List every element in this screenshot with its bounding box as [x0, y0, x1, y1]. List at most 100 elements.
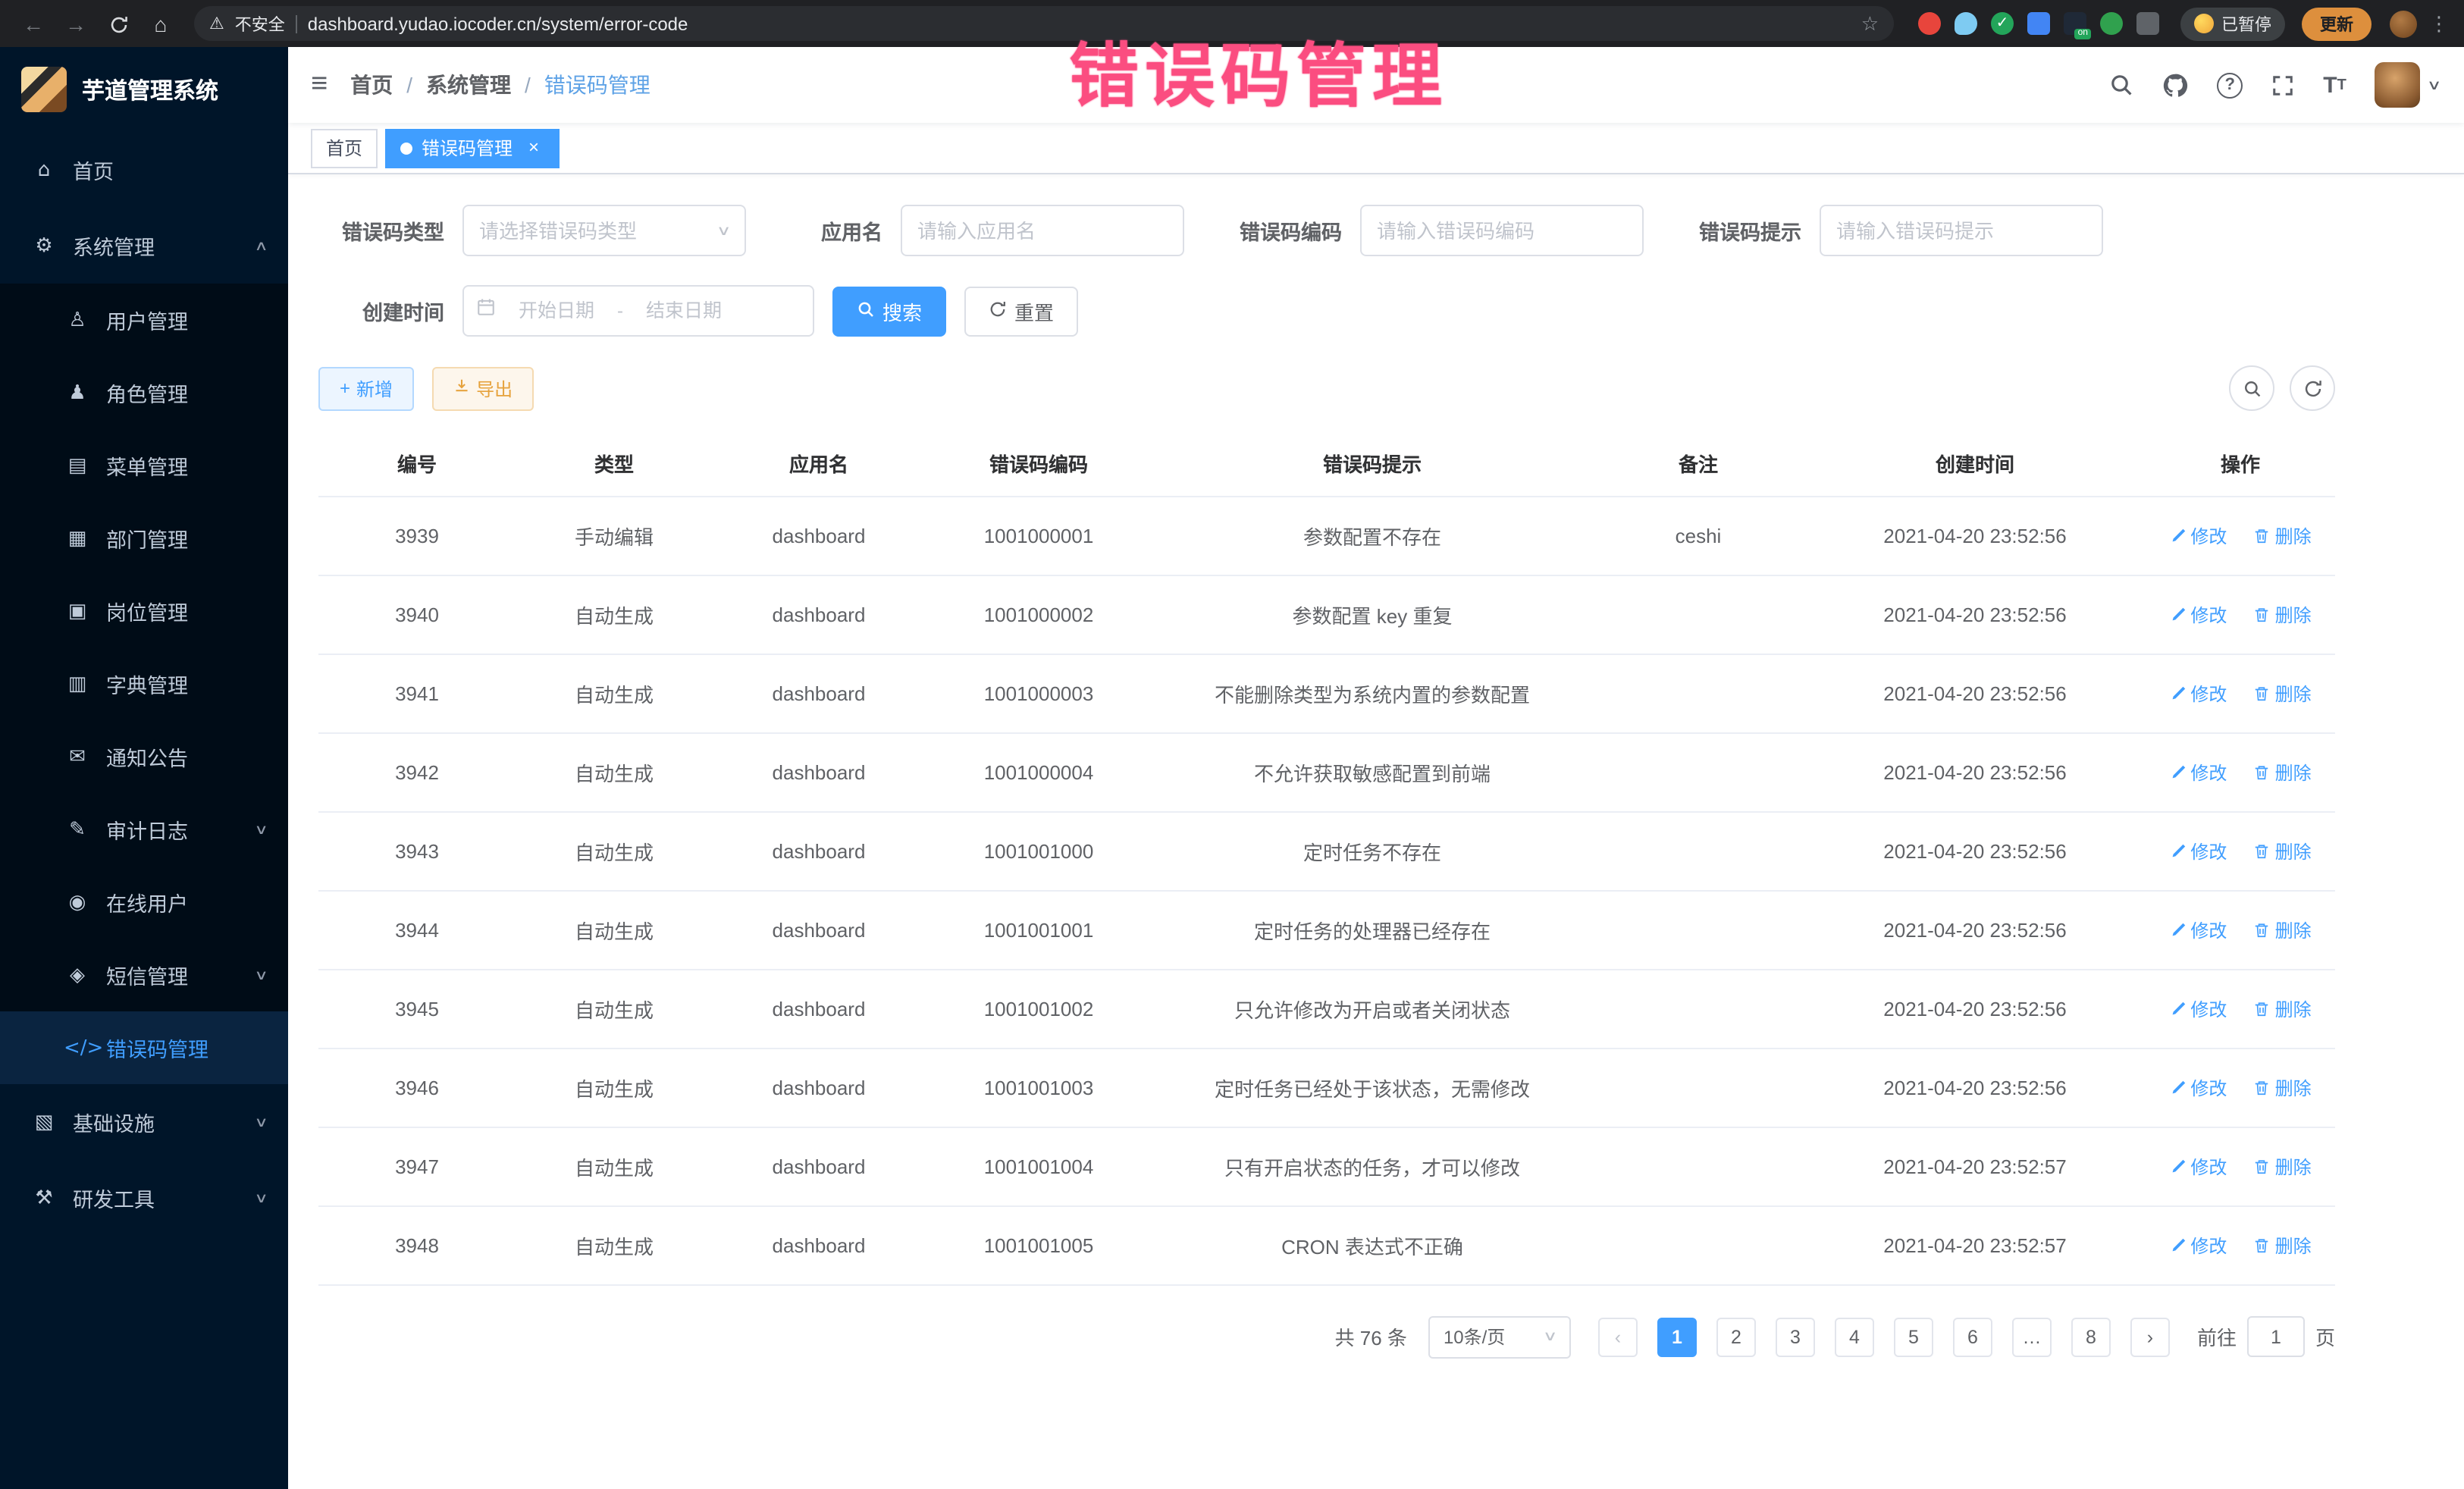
edit-row-button[interactable]: 修改 — [2169, 759, 2227, 785]
security-label[interactable]: 不安全 — [235, 11, 285, 36]
hamburger-icon[interactable]: ≡ — [288, 68, 350, 102]
tag-item[interactable]: 错误码管理 × — [385, 128, 560, 168]
start-date-input[interactable] — [502, 300, 611, 321]
page-button[interactable]: … — [2012, 1317, 2052, 1356]
edit-label: 修改 — [2190, 1153, 2227, 1179]
fullscreen-icon[interactable] — [2271, 74, 2294, 96]
breadcrumb-home[interactable]: 首页 — [350, 70, 393, 100]
edit-row-button[interactable]: 修改 — [2169, 1232, 2227, 1258]
error-type-select[interactable]: ∨ — [462, 205, 746, 256]
help-icon[interactable]: ? — [2217, 72, 2243, 98]
edit-row-button[interactable]: 修改 — [2169, 1153, 2227, 1179]
edit-row-button[interactable]: 修改 — [2169, 522, 2227, 548]
browser-home-icon[interactable]: ⌂ — [143, 11, 179, 36]
extension-drop-icon[interactable] — [1955, 12, 1977, 35]
error-message-field[interactable] — [1820, 205, 2103, 256]
delete-row-button[interactable]: 删除 — [2254, 601, 2312, 627]
delete-row-button[interactable]: 删除 — [2254, 522, 2312, 548]
sidebar-item-error-code[interactable]: </> 错误码管理 — [0, 1011, 288, 1084]
page-button[interactable]: 1 — [1657, 1317, 1697, 1356]
page-button[interactable]: 8 — [2071, 1317, 2111, 1356]
sidebar-item-home[interactable]: ⌂ 首页 — [0, 132, 288, 208]
browser-profile-avatar[interactable] — [2390, 10, 2417, 37]
prev-page-button[interactable]: ‹ — [1598, 1317, 1638, 1356]
edit-row-button[interactable]: 修改 — [2169, 1074, 2227, 1100]
sidebar-item-org-tree[interactable]: ▦ 部门管理 — [0, 502, 288, 575]
app-name-field[interactable] — [901, 205, 1184, 256]
sidebar-item-infrastructure[interactable]: ▧ 基础设施 ∨ — [0, 1084, 288, 1160]
table-row: 3947 自动生成 dashboard 1001001004 只有开启状态的任务… — [318, 1127, 2335, 1205]
cell-id: 3942 — [318, 732, 516, 811]
end-date-input[interactable] — [629, 300, 738, 321]
delete-row-button[interactable]: 删除 — [2254, 1153, 2312, 1179]
font-size-icon[interactable]: TT — [2323, 72, 2346, 98]
extension-on-badge-icon[interactable] — [2064, 12, 2086, 35]
edit-row-button[interactable]: 修改 — [2169, 838, 2227, 864]
extension-red-icon[interactable] — [1918, 12, 1941, 35]
page-button[interactable]: 3 — [1776, 1317, 1815, 1356]
delete-row-button[interactable]: 删除 — [2254, 680, 2312, 706]
page-button[interactable]: 5 — [1894, 1317, 1933, 1356]
goto-page-input[interactable] — [2247, 1316, 2305, 1357]
sidebar-item-dictionary[interactable]: ▥ 字典管理 — [0, 647, 288, 720]
sidebar-item-briefcase[interactable]: ▣ 岗位管理 — [0, 575, 288, 647]
edit-row-button[interactable]: 修改 — [2169, 680, 2227, 706]
tag-item[interactable]: 首页 — [311, 128, 378, 168]
sidebar-item-user[interactable]: ♙ 用户管理 — [0, 284, 288, 356]
next-page-button[interactable]: › — [2130, 1317, 2170, 1356]
browser-menu-icon[interactable]: ⋮ — [2429, 11, 2449, 36]
page-button[interactable]: 6 — [1953, 1317, 1992, 1356]
extensions-paused-badge[interactable]: 已暂停 — [2180, 7, 2285, 40]
error-type-select-input[interactable] — [479, 219, 710, 242]
refresh-table-button[interactable] — [2290, 365, 2335, 411]
cell-created: 2021-04-20 23:52:56 — [1804, 890, 2146, 969]
sidebar-item-megaphone[interactable]: ✉ 通知公告 — [0, 720, 288, 793]
extensions-puzzle-icon[interactable] — [2136, 12, 2159, 35]
page-size-select[interactable]: 10条/页 ∨ — [1428, 1315, 1571, 1358]
back-icon[interactable]: ← — [15, 11, 52, 36]
extension-grid-icon[interactable] — [2027, 12, 2050, 35]
sidebar-item-online-user[interactable]: ◉ 在线用户 — [0, 866, 288, 939]
error-code-input[interactable] — [1377, 219, 1627, 242]
edit-row-button[interactable]: 修改 — [2169, 995, 2227, 1021]
reload-icon[interactable] — [100, 11, 136, 36]
edit-row-button[interactable]: 修改 — [2169, 601, 2227, 627]
sidebar-item-gear[interactable]: ⚙ 系统管理 ∧ — [0, 208, 288, 284]
page-button[interactable]: 4 — [1835, 1317, 1874, 1356]
sidebar-item-dev-tools[interactable]: ⚒ 研发工具 ∨ — [0, 1160, 288, 1236]
address-bar[interactable]: ⚠ 不安全 dashboard.yudao.iocoder.cn/system/… — [194, 6, 1894, 41]
delete-row-button[interactable]: 删除 — [2254, 995, 2312, 1021]
app-logo[interactable]: 芋道管理系统 — [0, 47, 288, 132]
extension-check-icon[interactable]: ✓ — [1991, 12, 2014, 35]
edit-row-button[interactable]: 修改 — [2169, 917, 2227, 942]
page-button[interactable]: 2 — [1716, 1317, 1756, 1356]
search-icon[interactable] — [2109, 73, 2133, 97]
extension-leaf-icon[interactable] — [2100, 12, 2123, 35]
delete-row-button[interactable]: 删除 — [2254, 1232, 2312, 1258]
sidebar-item-menu-list[interactable]: ▤ 菜单管理 — [0, 429, 288, 502]
add-button[interactable]: + 新增 — [318, 366, 414, 410]
app-name-input[interactable] — [917, 219, 1168, 242]
sidebar-item-audit-log[interactable]: ✎ 审计日志 ∨ — [0, 793, 288, 866]
delete-row-button[interactable]: 删除 — [2254, 917, 2312, 942]
delete-row-button[interactable]: 删除 — [2254, 838, 2312, 864]
browser-update-button[interactable]: 更新 — [2302, 7, 2372, 40]
sidebar-item-users[interactable]: ♟ 角色管理 — [0, 356, 288, 429]
user-avatar-menu[interactable]: ∨ — [2375, 62, 2440, 108]
bookmark-star-icon[interactable]: ☆ — [1861, 11, 1879, 36]
sidebar-item-sms[interactable]: ◈ 短信管理 ∨ — [0, 939, 288, 1011]
reset-button[interactable]: 重置 — [964, 286, 1078, 336]
delete-row-button[interactable]: 删除 — [2254, 1074, 2312, 1100]
error-code-field[interactable] — [1360, 205, 1644, 256]
toggle-search-button[interactable] — [2229, 365, 2274, 411]
search-button[interactable]: 搜索 — [832, 286, 946, 336]
error-message-input[interactable] — [1836, 219, 2086, 242]
date-range-picker[interactable]: - — [462, 285, 814, 337]
export-button[interactable]: 导出 — [432, 366, 534, 410]
delete-label: 删除 — [2275, 1153, 2312, 1179]
forward-icon[interactable]: → — [58, 11, 94, 36]
delete-row-button[interactable]: 删除 — [2254, 759, 2312, 785]
github-icon[interactable] — [2162, 72, 2188, 98]
close-icon[interactable]: × — [523, 137, 544, 158]
breadcrumb-system[interactable]: 系统管理 — [426, 70, 511, 100]
